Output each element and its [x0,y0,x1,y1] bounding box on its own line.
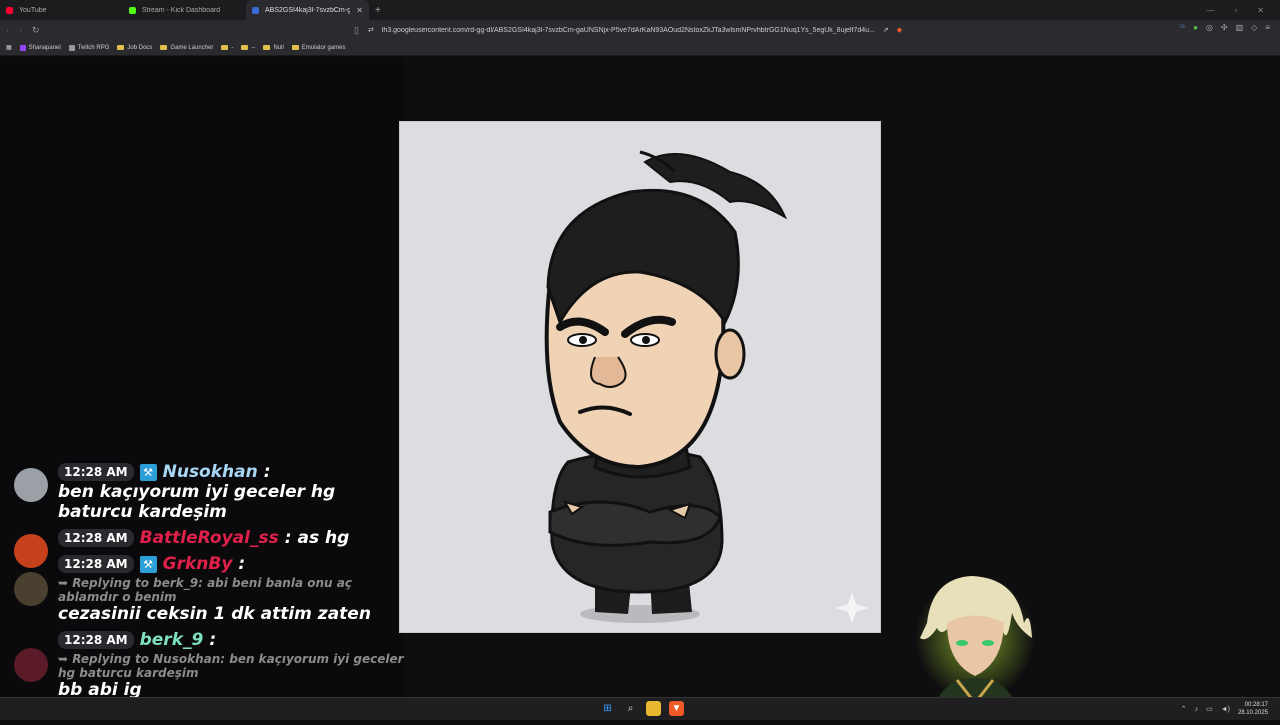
minimize-button[interactable]: — [1206,6,1214,15]
twitch-icon [19,44,26,51]
wallet-icon[interactable]: ◇ [1251,23,1257,32]
close-window-button[interactable]: ✕ [1257,6,1264,15]
folder-icon [263,45,271,50]
chat-message: 12:28 AM berk_9 : ➥ Replying to Nusokhan… [12,630,404,700]
chat-message: 12:28 AM ⚒ Nusokhan : ben kaçıyorum iyi … [12,462,404,522]
bookmark-icon[interactable]: ▯ [354,25,359,36]
folder-icon [291,45,299,50]
tab-youtube[interactable]: YouTube [0,0,123,20]
kick-icon [129,6,136,14]
bookmark-folder[interactable]: - [221,45,233,51]
message-time: 12:28 AM [58,463,134,481]
menu-icon[interactable]: ≡ [1265,23,1270,32]
folder-icon [241,45,249,50]
message-text: ben kaçıyorum iyi geceler hg baturcu kar… [58,482,336,522]
extensions-icon[interactable]: ✣ [1221,23,1228,32]
search-icon[interactable]: ⌕ [623,701,638,716]
caricature-illustration [544,150,868,624]
tab-title: ABS2GSI4kaj3l-7svzbCm-gaUN... [265,6,351,14]
chat-overlay: 12:28 AM ⚒ Nusokhan : ben kaçıyorum iyi … [12,462,404,706]
page-icon [68,44,75,51]
moderator-badge-icon: ⚒ [139,463,157,481]
taskbar: ⊞ ⌕ ▼ ⌃ ♪ ▭ ◄) 00:28:17 28.10.2025 [0,697,1280,720]
bookmark-job-docs[interactable]: Job Docs [117,45,152,51]
colon: : [284,528,292,548]
file-explorer-icon[interactable] [646,701,661,716]
caricature-image [399,121,881,633]
bookmark-folder[interactable]: -- [241,45,255,51]
username: Nusokhan [162,462,258,482]
browser-toolbar: ‹ › ↻ ▯ ⇄ lh3.googleusercontent.com/rd-g… [0,20,1280,40]
colon: : [263,462,271,482]
colon: : [238,554,246,574]
tab-title: Stream - Kick Dashboard [142,6,221,14]
new-tab-button[interactable]: + [375,5,381,16]
extension-icon[interactable]: ● [1193,23,1198,32]
url-text: lh3.googleusercontent.com/rd-gg-dl/ABS2G… [381,26,875,34]
avatar [14,468,48,502]
clock-time: 00:28:17 [1244,702,1268,708]
site-info-icon[interactable]: ⇄ [368,26,374,34]
translate-icon[interactable]: ⁷⁶ [1179,23,1185,32]
colon: : [209,630,217,650]
message-text: cezasinii ceksin 1 dk attim zaten [58,604,371,624]
image-icon [252,6,259,14]
windows-start-icon[interactable]: ⊞ [600,701,615,716]
message-time: 12:28 AM [58,631,134,649]
avatar [14,572,48,606]
bookmark-game-launcher[interactable]: Game Launcher [160,45,213,51]
brave-browser-icon[interactable]: ▼ [669,701,684,716]
username: GrknBy [162,554,233,574]
volume-icon[interactable]: ◄) [1221,706,1230,713]
clock[interactable]: 00:28:17 28.10.2025 [1238,701,1268,717]
bookmarks-bar: ▦ Shanapanel Twitch RPG Job Docs Game La… [0,40,1280,56]
back-icon[interactable]: ‹ [6,25,9,35]
close-tab-icon[interactable]: ✕ [356,6,363,15]
bookmark-null[interactable]: Null [263,45,284,51]
youtube-icon [6,6,13,14]
reply-context: ➥ Replying to Nusokhan: ben kaçıyorum iy… [58,652,404,680]
window-controls: — ▫ ✕ [1206,6,1280,15]
bookmark-shanapanel[interactable]: Shanapanel [19,44,61,51]
reply-context: ➥ Replying to berk_9: abi beni banla onu… [58,576,352,604]
system-tray: ⌃ ♪ ▭ ◄) 00:28:17 28.10.2025 [1181,701,1268,717]
tab-bar: YouTube Stream - Kick Dashboard ABS2GSI4… [0,0,1280,20]
tab-kick-dashboard[interactable]: Stream - Kick Dashboard [123,0,246,20]
toolbar-extensions: ⁷⁶ ● ◎ ✣ ▥ ◇ ≡ [1179,23,1270,32]
clock-date: 28.10.2025 [1237,710,1268,716]
brave-shield-icon[interactable]: ◆ [897,26,902,34]
avatar [14,648,48,682]
folder-icon [221,45,229,50]
message-time: 12:28 AM [58,555,134,573]
chat-message: 12:28 AM ⚒ GrknBy : ➥ Replying to berk_9… [12,554,404,624]
sidebar-icon[interactable]: ▥ [1236,23,1244,32]
extension-icon[interactable]: ◎ [1206,23,1213,32]
username: BattleRoyal_ss [139,528,279,548]
bookmark-emulator-games[interactable]: Emulator games [291,45,345,51]
microphone-icon[interactable]: ♪ [1195,706,1199,713]
tab-title: YouTube [19,6,47,14]
apps-icon[interactable]: ▦ [6,44,12,51]
message-time: 12:28 AM [58,529,134,547]
folder-icon [117,45,125,50]
forward-icon[interactable]: › [19,25,22,35]
maximize-button[interactable]: ▫ [1234,6,1237,15]
folder-icon [160,45,168,50]
moderator-badge-icon: ⚒ [139,555,157,573]
bookmark-twitch-rpg[interactable]: Twitch RPG [68,44,109,51]
address-bar[interactable]: ⇄ lh3.googleusercontent.com/rd-gg-dl/ABS… [368,22,908,38]
tab-image[interactable]: ABS2GSI4kaj3l-7svzbCm-gaUN... ✕ [246,0,369,20]
chat-message: 12:28 AM BattleRoyal_ss : as hg [12,528,404,568]
share-icon[interactable]: ⇗ [883,26,889,34]
chevron-up-icon[interactable]: ⌃ [1181,705,1187,713]
username: berk_9 [139,630,204,650]
display-icon[interactable]: ▭ [1206,705,1213,713]
reload-icon[interactable]: ↻ [32,25,40,36]
message-text: as hg [297,528,350,548]
